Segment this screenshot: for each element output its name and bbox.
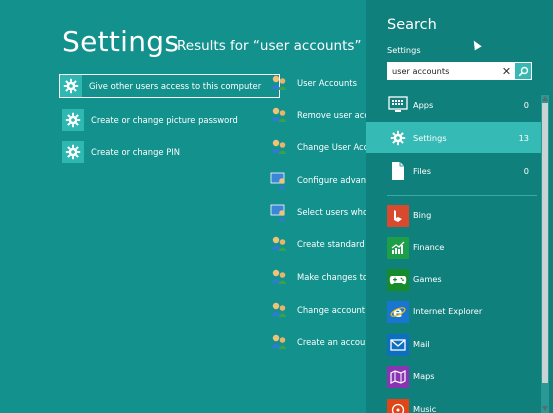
search-button[interactable] — [514, 62, 532, 80]
search-pane: Search Settings user accounts ✕ Apps 0 S… — [366, 0, 553, 413]
app-games[interactable]: Games — [366, 266, 541, 298]
result-label: Configure advance — [297, 175, 366, 185]
mail-icon — [387, 334, 409, 356]
search-icon — [518, 66, 528, 76]
category-count: 0 — [523, 165, 529, 176]
search-scope-label: Settings — [387, 45, 421, 55]
result-label: Select users who ca — [297, 207, 366, 217]
gear-icon — [62, 141, 84, 163]
app-finance[interactable]: Finance — [366, 234, 541, 266]
result-label: Make changes to ac — [297, 272, 366, 282]
scrollbar-thumb[interactable] — [542, 103, 548, 383]
category-label: Settings — [413, 132, 447, 143]
result-label: Remove user accoun — [297, 110, 366, 120]
result-label: Create or change PIN — [91, 147, 180, 157]
app-music[interactable]: Music — [366, 396, 541, 413]
gear-icon — [387, 127, 409, 149]
result-remove-user-accounts[interactable]: Remove user accoun — [268, 104, 366, 126]
result-create-account[interactable]: Create an account — [268, 331, 366, 353]
app-label: Internet Explorer — [413, 306, 483, 316]
results-subtitle: Results for “user accounts” — [177, 38, 362, 54]
internet-explorer-icon: e — [387, 301, 409, 323]
app-mail[interactable]: Mail — [366, 331, 541, 363]
category-count: 0 — [523, 99, 529, 110]
result-label: Change account typ — [297, 305, 366, 315]
app-label: Maps — [413, 371, 435, 381]
maps-icon — [387, 366, 409, 388]
gear-icon — [60, 75, 82, 97]
clear-search-button[interactable]: ✕ — [499, 62, 514, 80]
search-pane-title: Search — [387, 17, 437, 33]
app-label: Music — [413, 404, 437, 413]
music-icon — [387, 399, 409, 413]
app-label: Bing — [413, 210, 432, 220]
category-count: 13 — [518, 132, 529, 143]
result-change-user-account[interactable]: Change User Accou — [268, 136, 366, 158]
scrollbar[interactable] — [541, 95, 549, 413]
divider — [387, 195, 537, 196]
user-accounts-icon — [268, 104, 290, 126]
result-label: Change User Accou — [297, 142, 366, 152]
results-area: Settings Results for “user accounts” Giv… — [0, 0, 366, 413]
scroll-up-icon[interactable] — [542, 96, 548, 101]
scroll-down-icon[interactable] — [542, 406, 548, 411]
result-change-account-type[interactable]: Change account typ — [268, 299, 366, 321]
result-label: Create standard use — [297, 239, 366, 249]
result-configure-advanced[interactable]: Configure advance — [268, 169, 366, 191]
result-pin[interactable]: Create or change PIN — [62, 141, 180, 163]
mouse-cursor-icon — [470, 38, 482, 51]
result-label: Give other users access to this computer — [89, 81, 262, 91]
svg-text:e: e — [393, 305, 403, 320]
app-maps[interactable]: Maps — [366, 363, 541, 395]
file-icon — [387, 160, 409, 182]
search-input[interactable]: user accounts — [387, 62, 514, 80]
bing-icon — [387, 205, 409, 227]
user-accounts-icon — [268, 266, 290, 288]
user-accounts-icon — [268, 299, 290, 321]
app-label: Finance — [413, 242, 445, 252]
app-internet-explorer[interactable]: e Internet Explorer — [366, 298, 541, 330]
result-label: Create an account — [297, 337, 366, 347]
category-label: Apps — [413, 99, 434, 110]
result-label: Create or change picture password — [91, 115, 238, 125]
result-create-standard-user[interactable]: Create standard use — [268, 233, 366, 255]
user-accounts-icon — [268, 169, 290, 191]
category-apps[interactable]: Apps 0 — [366, 89, 541, 120]
category-files[interactable]: Files 0 — [366, 155, 541, 186]
user-accounts-icon — [268, 72, 290, 94]
result-give-other-users-access[interactable]: Give other users access to this computer — [58, 74, 281, 98]
gear-icon — [62, 109, 84, 131]
result-label: User Accounts — [297, 78, 357, 88]
user-accounts-icon — [268, 331, 290, 353]
result-picture-password[interactable]: Create or change picture password — [62, 109, 238, 131]
result-select-users[interactable]: Select users who ca — [268, 201, 366, 223]
app-label: Mail — [413, 339, 430, 349]
user-accounts-icon — [268, 201, 290, 223]
user-accounts-icon — [268, 136, 290, 158]
finance-icon — [387, 237, 409, 259]
app-bing[interactable]: Bing — [366, 202, 541, 234]
user-accounts-icon — [268, 233, 290, 255]
app-label: Games — [413, 274, 442, 284]
apps-icon — [387, 94, 409, 116]
result-user-accounts[interactable]: User Accounts — [268, 72, 366, 94]
games-icon — [387, 269, 409, 291]
category-settings[interactable]: Settings 13 — [366, 122, 541, 153]
result-make-changes[interactable]: Make changes to ac — [268, 266, 366, 288]
category-label: Files — [413, 165, 431, 176]
page-title: Settings — [62, 25, 180, 58]
